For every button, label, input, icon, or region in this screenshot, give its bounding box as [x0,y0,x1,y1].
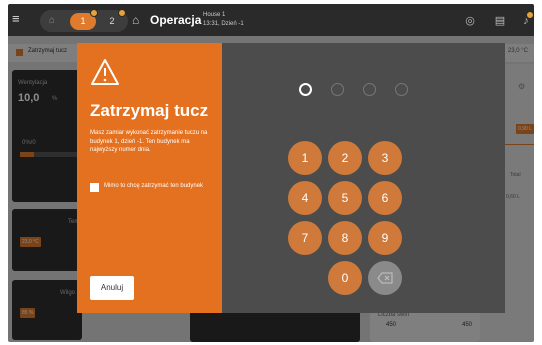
confirm-checkbox-label[interactable]: Mimo to chcę zatrzymać ten budynek [104,182,214,191]
dialog-message: Masz zamiar wykonać zatrzymanie tuczu na… [90,130,208,153]
house-switcher: ⌂ 1 2 [40,9,128,32]
key-7[interactable]: 7 [288,221,322,255]
key-4[interactable]: 4 [288,181,322,215]
backspace-icon [377,272,393,284]
notification-badge [118,9,126,17]
time-day: 13:31, Dzień -1 [203,21,244,27]
cancel-button[interactable]: Anuluj [90,276,134,300]
home-icon[interactable]: ⌂ [49,15,61,27]
warning-panel: Zatrzymaj tucz Masz zamiar wykonać zatrz… [77,43,222,313]
dashboard-icon[interactable]: ◎ [464,15,476,27]
house-icon: ⌂ [132,13,140,27]
warning-icon [91,59,119,85]
page-title: Operacja [150,13,202,27]
key-2[interactable]: 2 [328,141,362,175]
key-5[interactable]: 5 [328,181,362,215]
key-8[interactable]: 8 [328,221,362,255]
document-icon[interactable]: ▤ [494,15,506,27]
key-1[interactable]: 1 [288,141,322,175]
pin-dot [299,83,312,96]
house-name: House 1 [203,12,226,18]
backspace-button[interactable] [368,261,402,295]
pin-dot [331,83,344,96]
key-0[interactable]: 0 [328,261,362,295]
notification-badge [90,9,98,17]
notification-badge [526,11,534,19]
menu-icon[interactable]: ≡ [12,12,24,25]
key-9[interactable]: 9 [368,221,402,255]
key-3[interactable]: 3 [368,141,402,175]
top-bar: ≡ ⌂ 1 2 ⌂ Operacja House 1 13:31, Dzień … [8,4,534,36]
pin-dot [395,83,408,96]
confirm-checkbox[interactable] [90,183,99,192]
app-screen: ≡ ⌂ 1 2 ⌂ Operacja House 1 13:31, Dzień … [8,4,534,342]
key-6[interactable]: 6 [368,181,402,215]
dialog-title: Zatrzymaj tucz [90,101,209,120]
house-tab-2[interactable]: 2 [104,13,120,30]
pin-dot [363,83,376,96]
pin-keypad-panel: 1 2 3 4 5 6 7 8 9 0 [222,43,505,313]
stop-fattening-dialog: Zatrzymaj tucz Masz zamiar wykonać zatrz… [77,43,505,313]
